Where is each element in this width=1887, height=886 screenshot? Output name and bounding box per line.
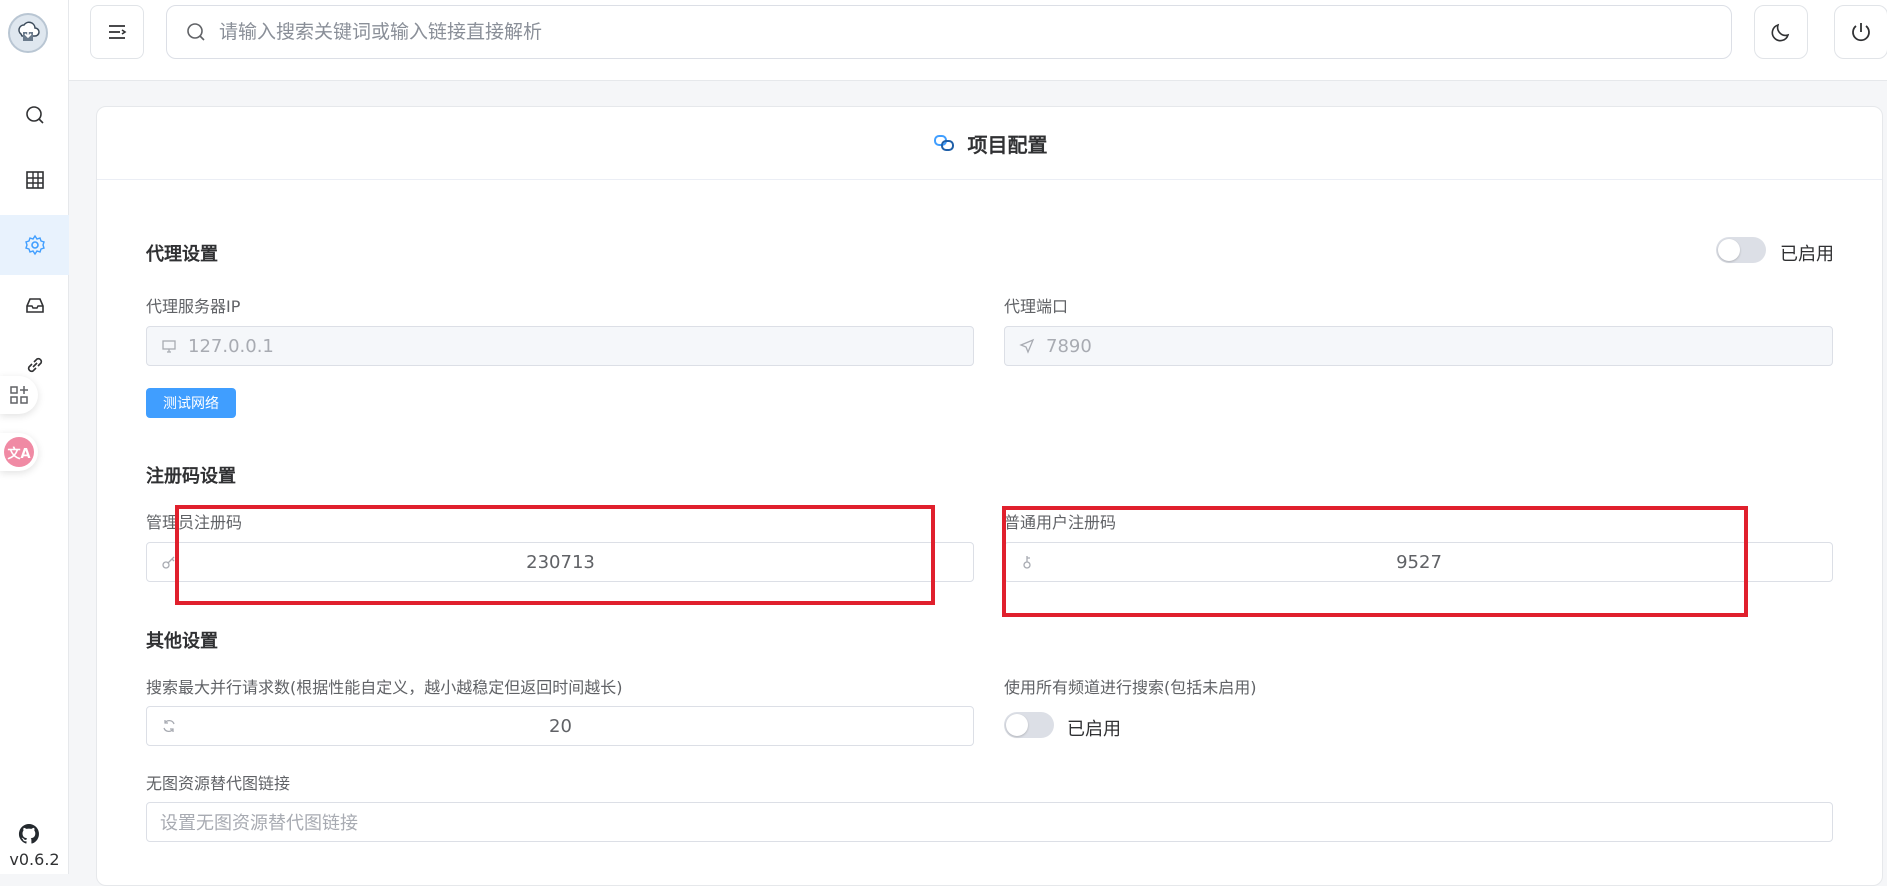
proxy-section-title: 代理设置: [146, 244, 218, 265]
test-network-button[interactable]: 测试网络: [146, 388, 236, 418]
proxy-ip-field[interactable]: 127.0.0.1: [146, 326, 974, 366]
link-chain-icon: [933, 135, 954, 151]
search-input[interactable]: [219, 21, 1699, 43]
proxy-switch-label: 已启用: [1780, 244, 1834, 265]
switch-knob: [1718, 239, 1740, 261]
concurrency-value: 20: [549, 715, 572, 737]
power-icon: [1852, 23, 1870, 42]
table-icon: [25, 171, 44, 189]
github-icon[interactable]: [17, 822, 41, 846]
navigation-arrow-icon: [1018, 337, 1036, 355]
link-icon: [27, 357, 42, 373]
menu-toggle-button[interactable]: [90, 5, 144, 59]
app-version: v0.6.2: [9, 850, 60, 869]
translate-icon: 文A: [4, 437, 34, 467]
search-icon: [25, 106, 44, 124]
sidebar-item-table[interactable]: [0, 150, 69, 210]
fallback-image-placeholder: 设置无图资源替代图链接: [160, 813, 358, 834]
concurrency-label: 搜索最大并行请求数(根据性能自定义，越小越稳定但返回时间越长): [146, 678, 623, 697]
switch-knob: [1006, 714, 1028, 736]
highlight-box-admin-code: [175, 505, 935, 605]
search-bar[interactable]: [166, 5, 1732, 59]
refresh-icon: [160, 717, 178, 735]
proxy-ip-label: 代理服务器IP: [146, 297, 241, 316]
other-section-title: 其他设置: [146, 631, 218, 652]
settings-card: 项目配置: [96, 106, 1883, 886]
apps-add-icon: [10, 386, 28, 404]
theme-toggle-button[interactable]: [1754, 5, 1808, 59]
sidebar-item-settings[interactable]: [0, 215, 69, 275]
highlight-box-user-code: [1002, 506, 1748, 617]
search-icon: [187, 23, 205, 41]
all-channels-label: 使用所有频道进行搜索(包括未启用): [1004, 678, 1257, 697]
register-section-title: 注册码设置: [146, 466, 236, 487]
all-channels-switch-label: 已启用: [1067, 719, 1121, 740]
proxy-ip-value: 127.0.0.1: [188, 335, 274, 357]
moon-icon: [1771, 23, 1790, 42]
sidebar: 文A v0.6.2: [0, 0, 69, 874]
apps-float-button[interactable]: [0, 376, 38, 414]
top-bar: [69, 0, 1887, 81]
app-logo[interactable]: [8, 13, 48, 53]
menu-icon: [109, 25, 127, 39]
sidebar-item-search[interactable]: [0, 85, 69, 145]
proxy-enable-switch[interactable]: [1716, 237, 1766, 263]
proxy-port-field[interactable]: 7890: [1004, 326, 1833, 366]
logout-button[interactable]: [1834, 5, 1887, 59]
fallback-image-field[interactable]: 设置无图资源替代图链接: [146, 802, 1833, 842]
proxy-port-label: 代理端口: [1004, 297, 1069, 316]
translate-float-button[interactable]: 文A: [0, 433, 38, 471]
page-title: 项目配置: [967, 132, 1048, 157]
proxy-port-value: 7890: [1046, 335, 1092, 357]
concurrency-field[interactable]: 20: [146, 706, 974, 746]
inbox-icon: [25, 298, 44, 313]
all-channels-switch[interactable]: [1004, 712, 1054, 738]
cloud-logo-icon: [18, 21, 40, 41]
sidebar-item-inbox[interactable]: [0, 275, 69, 335]
fallback-image-label: 无图资源替代图链接: [146, 774, 291, 793]
card-header: 项目配置: [97, 107, 1882, 180]
gear-icon: [24, 234, 45, 256]
monitor-icon: [160, 337, 178, 355]
